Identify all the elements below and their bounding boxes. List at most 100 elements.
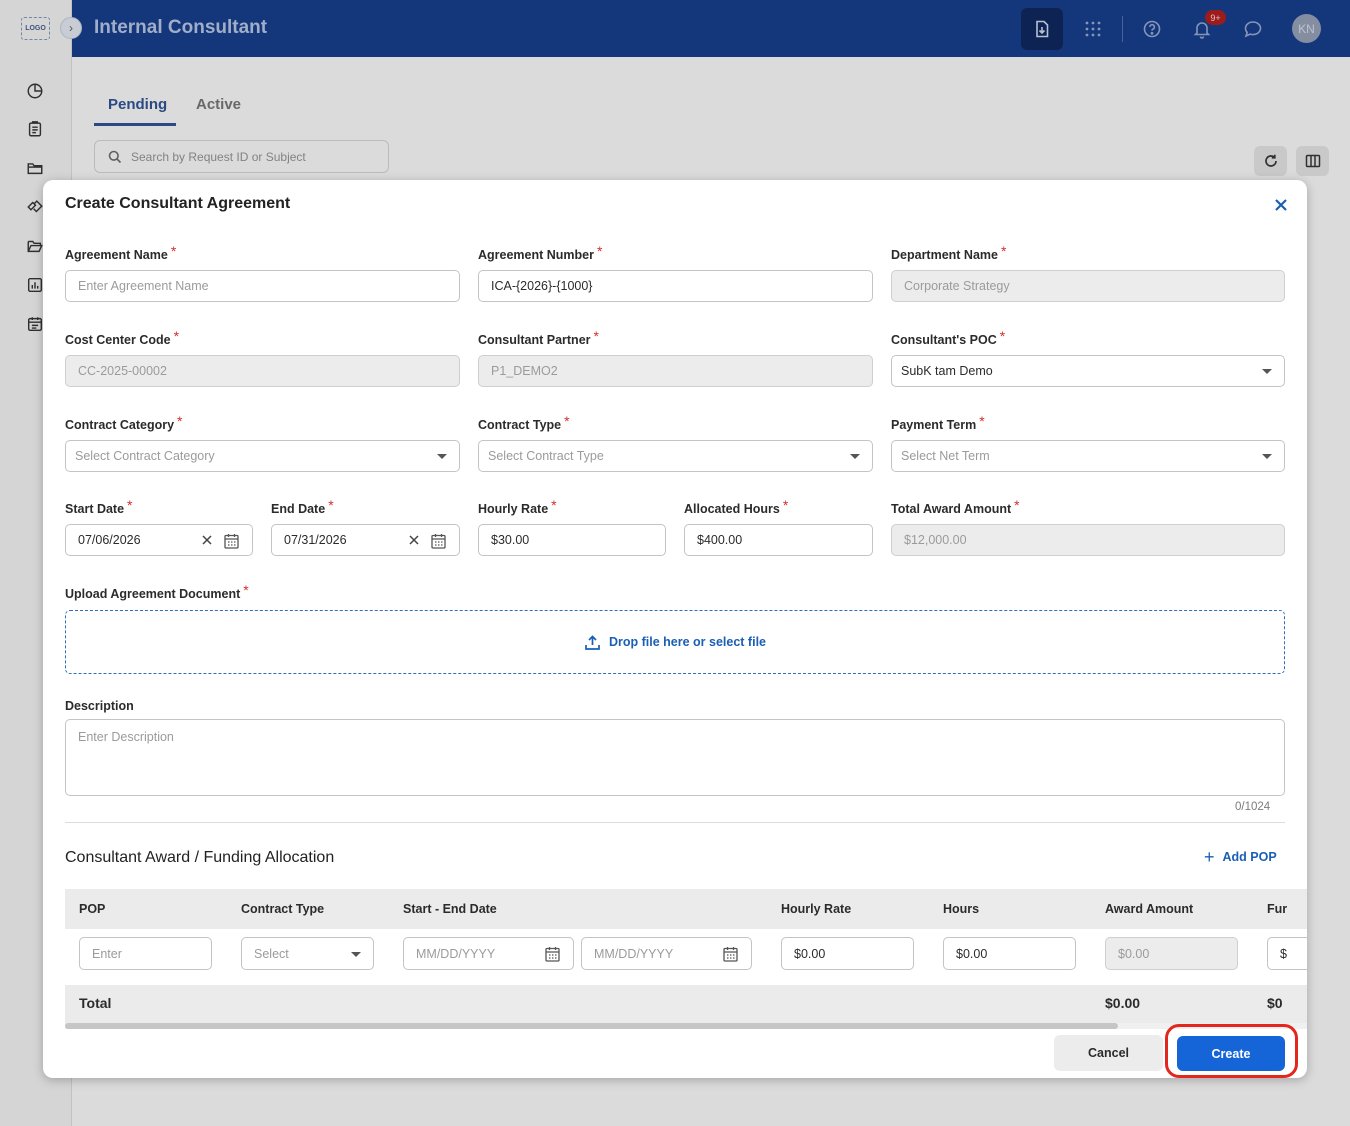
start-date-field: Start Date * 07/06/2026 [65, 497, 253, 556]
end-date-field: End Date * 07/31/2026 [271, 497, 460, 556]
cost-center-code-input: CC-2025-00002 [65, 355, 460, 387]
close-icon [1275, 199, 1287, 211]
dialog-title: Create Consultant Agreement [65, 195, 291, 212]
consultant-poc-select[interactable]: SubK tam Demo [891, 355, 1285, 387]
start-date-input[interactable]: 07/06/2026 [65, 524, 253, 556]
required-asterisk: * [564, 413, 570, 429]
calendar-icon[interactable] [431, 533, 446, 549]
caret-down-icon [1262, 369, 1272, 374]
close-button[interactable] [1272, 196, 1290, 214]
payment-term-field: Payment Term * Select Net Term [891, 413, 1285, 472]
calendar-icon[interactable] [545, 946, 560, 962]
cost-center-code-label: Cost Center Code [65, 333, 171, 347]
hourly-rate-field: Hourly Rate * $30.00 [478, 497, 666, 556]
department-name-field: Department Name * Corporate Strategy [891, 243, 1285, 302]
cost-center-code-field: Cost Center Code * CC-2025-00002 [65, 328, 460, 387]
required-asterisk: * [243, 582, 249, 598]
required-asterisk: * [551, 497, 557, 513]
contract-type-label: Contract Type [478, 418, 562, 432]
total-award-amount-field: Total Award Amount * $12,000.00 [891, 497, 1285, 556]
funding-section-title: Consultant Award / Funding Allocation [65, 849, 335, 866]
required-asterisk: * [328, 497, 334, 513]
upload-icon [585, 634, 600, 650]
column-header-contract-type: Contract Type [241, 902, 325, 916]
allocated-hours-input[interactable]: $400.00 [684, 524, 873, 556]
agreement-number-field: Agreement Number * ICA-{2026}-{1000} [478, 243, 873, 302]
caret-down-icon [351, 952, 361, 957]
table-header: POP Contract Type Start - End Date Hourl… [65, 889, 1307, 929]
required-asterisk: * [173, 328, 180, 344]
row-end-date-input[interactable]: MM/DD/YYYY [581, 937, 752, 970]
add-pop-label: Add POP [1222, 850, 1277, 864]
department-name-input: Corporate Strategy [891, 270, 1285, 302]
row-funding-input[interactable]: $ [1267, 937, 1307, 970]
row-hourly-rate-input[interactable]: $0.00 [781, 937, 914, 970]
contract-category-label: Contract Category [65, 418, 175, 432]
column-header-pop: POP [79, 902, 106, 916]
agreement-number-label: Agreement Number [478, 248, 594, 262]
horizontal-scrollbar-thumb[interactable] [65, 1023, 1118, 1029]
column-header-funding: Fur [1267, 902, 1288, 916]
required-asterisk: * [1000, 243, 1007, 259]
row-start-date-placeholder: MM/DD/YYYY [416, 946, 496, 961]
hourly-rate-input[interactable]: $30.00 [478, 524, 666, 556]
caret-down-icon [850, 454, 860, 459]
payment-term-label: Payment Term [891, 418, 977, 432]
upload-label: Upload Agreement Document [65, 587, 241, 601]
cancel-button[interactable]: Cancel [1054, 1035, 1163, 1071]
calendar-icon[interactable] [224, 533, 239, 549]
description-label: Description [65, 699, 134, 713]
table-footer: Total $0.00 $0 [65, 985, 1307, 1023]
required-asterisk: * [127, 497, 133, 513]
clear-icon[interactable] [201, 534, 213, 546]
contract-type-field: Contract Type * Select Contract Type [478, 413, 873, 472]
contract-type-placeholder: Select Contract Type [488, 449, 604, 463]
end-date-input[interactable]: 07/31/2026 [271, 524, 460, 556]
contract-category-select[interactable]: Select Contract Category [65, 440, 460, 472]
clear-icon[interactable] [408, 534, 420, 546]
department-name-label: Department Name [891, 248, 998, 262]
row-contract-type-select[interactable]: Select [241, 937, 374, 970]
required-asterisk: * [782, 497, 789, 513]
end-date-value: 07/31/2026 [284, 533, 347, 547]
consultant-poc-field: Consultant's POC * SubK tam Demo [891, 328, 1285, 387]
row-end-date-placeholder: MM/DD/YYYY [594, 946, 674, 961]
agreement-number-input[interactable]: ICA-{2026}-{1000} [478, 270, 873, 302]
consultant-partner-input: P1_DEMO2 [478, 355, 873, 387]
funding-table: POP Contract Type Start - End Date Hourl… [65, 889, 1307, 1029]
total-label: Total [79, 995, 112, 1011]
chevron-right-icon: › [69, 21, 73, 35]
total-funding: $0 [1267, 995, 1283, 1011]
description-textarea[interactable]: Enter Description [65, 719, 1285, 796]
allocated-hours-field: Allocated Hours * $400.00 [684, 497, 873, 556]
calendar-icon[interactable] [723, 946, 738, 962]
required-asterisk: * [597, 243, 603, 259]
agreement-name-input[interactable]: Enter Agreement Name [65, 270, 460, 302]
column-header-date-range: Start - End Date [403, 902, 497, 916]
required-asterisk: * [593, 328, 599, 344]
file-dropzone[interactable]: Drop file here or select file [65, 610, 1285, 674]
agreement-name-field: Agreement Name * Enter Agreement Name [65, 243, 460, 302]
pop-input[interactable]: Enter [79, 937, 212, 970]
total-award-amount-label: Total Award Amount [891, 502, 1012, 516]
required-asterisk: * [999, 328, 1006, 344]
row-hours-input[interactable]: $0.00 [943, 937, 1076, 970]
row-award-amount-input: $0.00 [1105, 937, 1238, 970]
description-char-counter: 0/1024 [1235, 801, 1271, 813]
payment-term-placeholder: Select Net Term [901, 449, 990, 463]
row-start-date-input[interactable]: MM/DD/YYYY [403, 937, 574, 970]
create-button-highlight [1165, 1024, 1298, 1078]
plus-icon: + [1204, 847, 1215, 867]
payment-term-select[interactable]: Select Net Term [891, 440, 1285, 472]
start-date-value: 07/06/2026 [78, 533, 141, 547]
row-contract-type-placeholder: Select [254, 946, 289, 961]
contract-type-select[interactable]: Select Contract Type [478, 440, 873, 472]
required-asterisk: * [170, 243, 177, 259]
column-header-hours: Hours [943, 902, 980, 916]
dropzone-text: Drop file here or select file [609, 635, 766, 649]
sidebar-expand-button[interactable]: › [60, 17, 82, 39]
consultant-poc-label: Consultant's POC [891, 333, 997, 347]
add-pop-button[interactable]: + Add POP [1204, 847, 1277, 867]
agreement-name-label: Agreement Name [65, 248, 168, 262]
section-divider [65, 822, 1285, 823]
